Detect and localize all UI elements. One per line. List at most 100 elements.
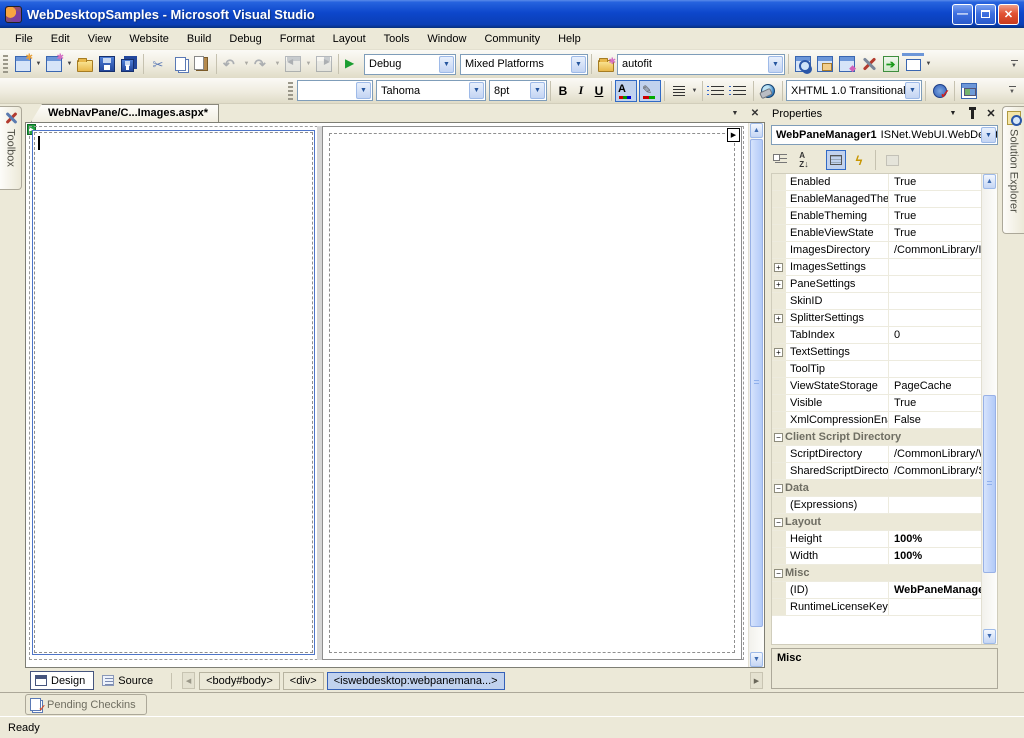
menu-item-help[interactable]: Help <box>549 30 590 48</box>
start-page-button[interactable] <box>880 53 902 75</box>
properties-header[interactable]: Properties <box>768 104 1001 123</box>
property-row[interactable]: ImagesDirectory/CommonLibrary/Images <box>772 242 981 259</box>
navigate-backward-dropdown[interactable] <box>304 53 313 75</box>
property-value[interactable]: 100% <box>889 550 981 562</box>
bullet-list-button[interactable] <box>706 80 728 102</box>
property-row[interactable]: Height100% <box>772 531 981 548</box>
tag-navigator-item[interactable]: <iswebdesktop:webpanemana...> <box>327 672 505 690</box>
expand-box[interactable]: + <box>774 314 783 323</box>
design-surface[interactable] <box>25 122 765 668</box>
expand-box[interactable]: + <box>774 348 783 357</box>
property-row[interactable]: (Expressions) <box>772 497 981 514</box>
document-tab[interactable]: WebNavPane/C...Images.aspx* <box>31 104 219 122</box>
property-row[interactable]: RuntimeLicenseKey <box>772 599 981 616</box>
menu-item-view[interactable]: View <box>79 30 121 48</box>
other-windows-dropdown[interactable] <box>924 53 933 75</box>
toolbar-overflow-button[interactable] <box>1006 80 1018 102</box>
solution-explorer-autohide-tab[interactable]: Solution Explorer <box>1002 106 1024 234</box>
property-row[interactable]: SkinID <box>772 293 981 310</box>
combo-arrow-icon[interactable] <box>768 56 783 73</box>
source-view-button[interactable]: Source <box>98 671 161 690</box>
collapse-box[interactable]: − <box>774 484 783 493</box>
property-row[interactable]: +PaneSettings <box>772 276 981 293</box>
navigate-forward-button[interactable] <box>313 53 335 75</box>
active-files-dropdown[interactable] <box>728 107 742 120</box>
align-button[interactable] <box>668 80 690 102</box>
combo-arrow-icon[interactable] <box>439 56 454 73</box>
pending-checkins-tab[interactable]: Pending Checkins <box>25 694 147 715</box>
undo-button[interactable] <box>220 53 242 75</box>
scroll-down-button[interactable] <box>983 629 996 644</box>
property-row[interactable]: VisibleTrue <box>772 395 981 412</box>
scroll-up-button[interactable] <box>983 174 996 189</box>
property-value[interactable]: WebPaneManager1 <box>889 584 981 596</box>
alphabetical-button[interactable]: AZ <box>794 150 814 170</box>
navigate-backward-button[interactable] <box>282 53 304 75</box>
solution-explorer-button[interactable] <box>792 53 814 75</box>
undo-dropdown[interactable] <box>242 53 251 75</box>
property-category-row[interactable]: −Data <box>772 480 981 497</box>
property-value[interactable]: True <box>889 176 981 188</box>
property-category-row[interactable]: −Misc <box>772 565 981 582</box>
expand-box[interactable]: + <box>774 263 783 272</box>
property-value[interactable]: False <box>889 414 981 426</box>
menu-item-file[interactable]: File <box>6 30 42 48</box>
toolbox-button[interactable] <box>858 53 880 75</box>
menu-item-community[interactable]: Community <box>475 30 549 48</box>
find-combo[interactable]: autofit <box>617 54 785 75</box>
tag-navigator-item[interactable]: <div> <box>283 672 324 690</box>
align-dropdown[interactable] <box>690 80 699 102</box>
save-button[interactable] <box>96 53 118 75</box>
combo-arrow-icon[interactable] <box>905 82 920 99</box>
properties-window-button[interactable] <box>814 53 836 75</box>
highlight-color-button[interactable] <box>639 80 661 102</box>
menu-item-format[interactable]: Format <box>271 30 324 48</box>
copy-button[interactable] <box>169 53 191 75</box>
start-debug-button[interactable] <box>342 53 364 75</box>
design-view-button[interactable]: Design <box>30 671 94 690</box>
close-properties-button[interactable] <box>985 108 997 120</box>
close-button[interactable]: ✕ <box>998 4 1019 25</box>
menu-item-website[interactable]: Website <box>120 30 178 48</box>
font-size-combo[interactable]: 8pt <box>489 80 547 101</box>
menu-item-edit[interactable]: Edit <box>42 30 79 48</box>
combo-arrow-icon[interactable] <box>530 82 545 99</box>
toolbar-grip[interactable] <box>3 55 8 73</box>
accessibility-check-button[interactable] <box>929 80 951 102</box>
property-category-row[interactable]: −Layout <box>772 514 981 531</box>
property-value[interactable]: True <box>889 193 981 205</box>
restore-button[interactable] <box>975 4 996 25</box>
web-pane-right[interactable] <box>322 126 742 660</box>
property-value[interactable]: 100% <box>889 533 981 545</box>
toolbox-autohide-tab[interactable]: Toolbox <box>0 106 22 190</box>
property-row[interactable]: +ImagesSettings <box>772 259 981 276</box>
menu-item-layout[interactable]: Layout <box>324 30 375 48</box>
minimize-button[interactable]: — <box>952 4 973 25</box>
find-in-files-button[interactable] <box>595 53 617 75</box>
toolbar-grip[interactable] <box>288 82 293 100</box>
collapse-box[interactable]: − <box>774 518 783 527</box>
combo-arrow-icon[interactable] <box>469 82 484 99</box>
other-windows-button[interactable] <box>902 53 924 75</box>
categorized-button[interactable] <box>771 150 791 170</box>
scroll-up-button[interactable] <box>750 123 763 138</box>
object-browser-button[interactable] <box>836 53 858 75</box>
expand-box[interactable]: + <box>774 280 783 289</box>
property-value[interactable]: /CommonLibrary/Shared <box>889 465 981 477</box>
property-category-row[interactable]: −Client Script Directory <box>772 429 981 446</box>
combo-arrow-icon[interactable] <box>356 82 371 99</box>
property-value[interactable]: True <box>889 227 981 239</box>
new-project-button[interactable] <box>12 53 34 75</box>
property-row[interactable]: (ID)WebPaneManager1 <box>772 582 981 599</box>
block-format-combo[interactable] <box>297 80 373 101</box>
object-selector-combo[interactable]: WebPaneManager1 ISNet.WebUI.WebDesktop <box>771 125 998 145</box>
foreground-color-button[interactable]: A <box>615 80 637 102</box>
scroll-thumb[interactable] <box>750 139 763 627</box>
solution-configuration-combo[interactable]: Debug <box>364 54 456 75</box>
property-value[interactable]: /CommonLibrary/Web <box>889 448 981 460</box>
property-value[interactable]: PageCache <box>889 380 981 392</box>
cut-button[interactable]: ✂ <box>147 53 169 75</box>
property-row[interactable]: +SplitterSettings <box>772 310 981 327</box>
window-position-dropdown[interactable] <box>947 108 959 120</box>
property-row[interactable]: ScriptDirectory/CommonLibrary/Web <box>772 446 981 463</box>
